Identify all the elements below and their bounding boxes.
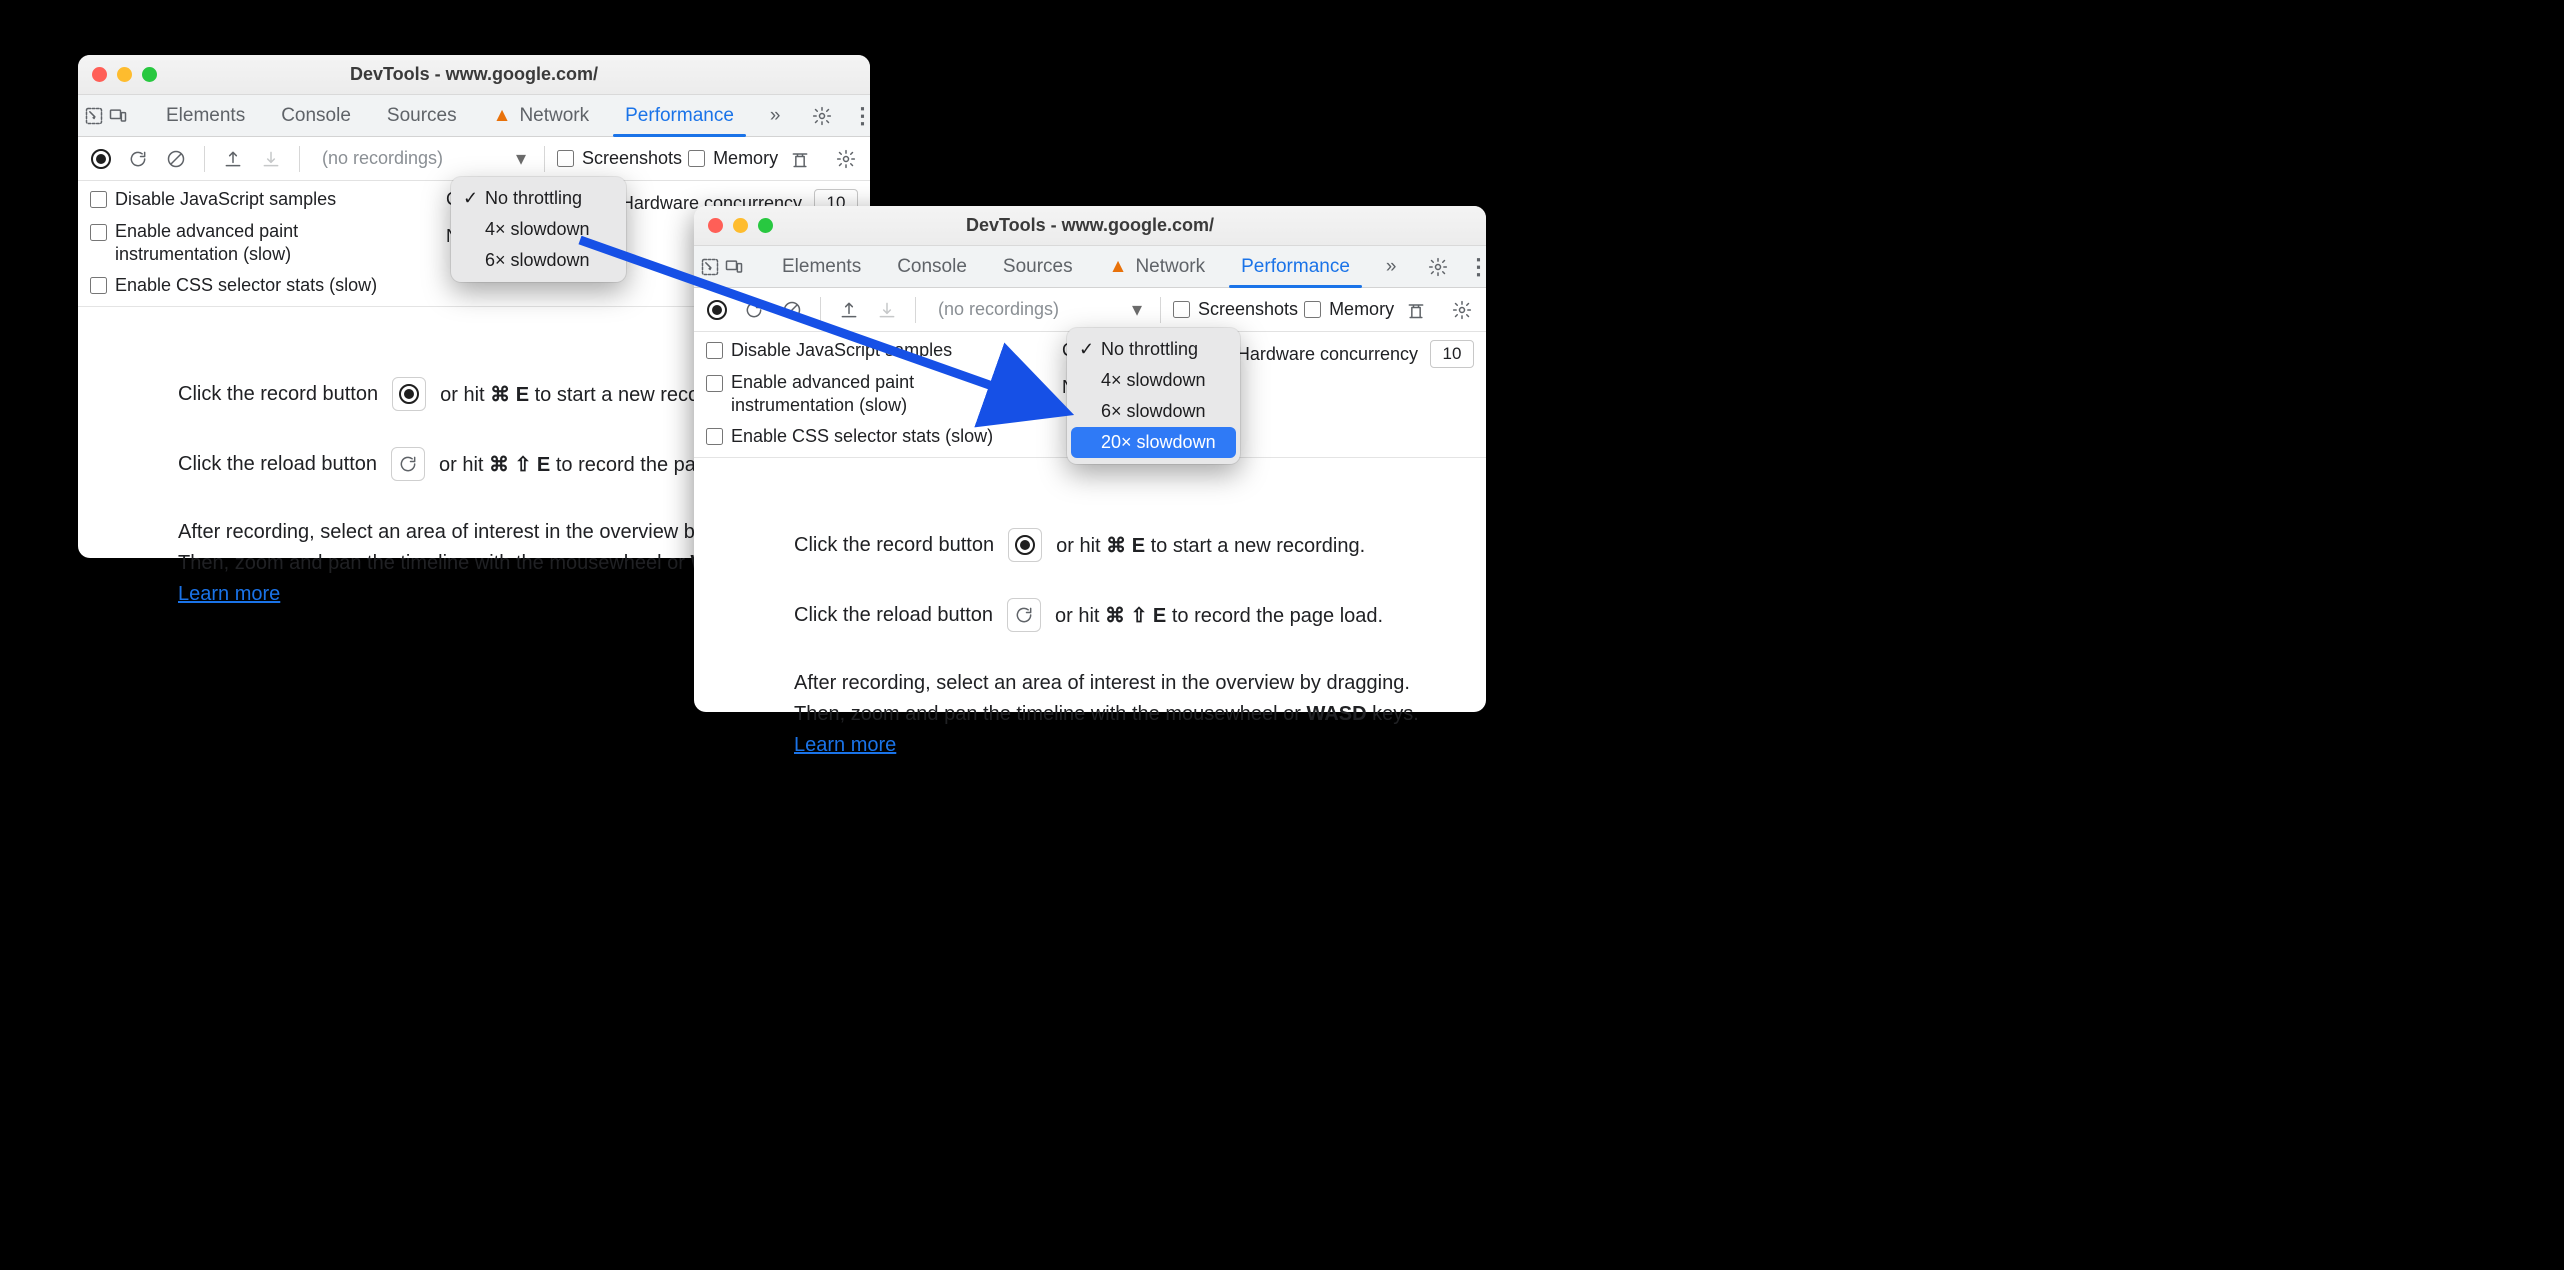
- recordings-selector[interactable]: (no recordings) ▾: [312, 146, 532, 171]
- more-icon[interactable]: ⋮: [1462, 251, 1494, 283]
- close-button[interactable]: [92, 67, 107, 82]
- memory-checkbox[interactable]: Memory: [1304, 299, 1394, 320]
- minimize-button[interactable]: [117, 67, 132, 82]
- upload-icon[interactable]: [833, 294, 865, 326]
- tab-console[interactable]: Console: [879, 246, 985, 287]
- close-button[interactable]: [708, 218, 723, 233]
- css-selector-checkbox[interactable]: Enable CSS selector stats (slow): [90, 275, 420, 296]
- settings-icon[interactable]: [1422, 251, 1454, 283]
- divider: [544, 146, 545, 172]
- capture-settings: Disable JavaScript samples Enable advanc…: [694, 332, 1486, 458]
- cpu-throttling-dropdown[interactable]: ✓No throttling4× slowdown6× slowdown: [451, 177, 626, 282]
- disable-js-checkbox[interactable]: Disable JavaScript samples: [90, 189, 420, 210]
- clear-button[interactable]: [160, 143, 192, 175]
- clear-button[interactable]: [776, 294, 808, 326]
- help-text: Click the reload button: [794, 604, 993, 627]
- cpu-throttling-option[interactable]: 6× slowdown: [451, 245, 626, 276]
- cpu-throttling-option[interactable]: ✓No throttling: [1067, 334, 1240, 365]
- inspect-icon[interactable]: [84, 100, 104, 132]
- capture-settings-icon[interactable]: [830, 143, 862, 175]
- adv-paint-checkbox[interactable]: Enable advanced paint instrumentation (s…: [90, 220, 420, 265]
- cpu-throttling-option[interactable]: ✓No throttling: [451, 183, 626, 214]
- tab-performance[interactable]: Performance: [607, 95, 752, 136]
- cpu-throttling-option[interactable]: 4× slowdown: [451, 214, 626, 245]
- hw-concurrency-checkbox[interactable]: Hardware concurrency: [1212, 344, 1418, 365]
- record-button[interactable]: [86, 144, 116, 174]
- minimize-button[interactable]: [733, 218, 748, 233]
- more-icon[interactable]: ⋮: [846, 100, 878, 132]
- recordings-selector[interactable]: (no recordings) ▾: [928, 297, 1148, 322]
- settings-icon[interactable]: [806, 100, 838, 132]
- devtools-tabbar: Elements Console Sources ▲Network Perfor…: [694, 246, 1486, 288]
- record-button-hint: [392, 377, 426, 411]
- cpu-throttling-option[interactable]: 20× slowdown: [1071, 427, 1236, 458]
- warning-icon: ▲: [1109, 256, 1128, 278]
- inspect-icon[interactable]: [700, 251, 720, 283]
- window-title: DevTools - www.google.com/: [78, 64, 870, 85]
- titlebar[interactable]: DevTools - www.google.com/: [694, 206, 1486, 246]
- help-text: After recording, select an area of inter…: [794, 668, 1446, 699]
- divider: [820, 297, 821, 323]
- window-title: DevTools - www.google.com/: [694, 215, 1486, 236]
- gc-icon[interactable]: [1400, 294, 1432, 326]
- memory-checkbox[interactable]: Memory: [688, 148, 778, 169]
- upload-icon[interactable]: [217, 143, 249, 175]
- tab-network[interactable]: ▲Network: [475, 95, 608, 136]
- adv-paint-checkbox[interactable]: Enable advanced paint instrumentation (s…: [706, 371, 1036, 416]
- tab-console[interactable]: Console: [263, 95, 369, 136]
- divider: [299, 146, 300, 172]
- cpu-throttling-option[interactable]: 4× slowdown: [1067, 365, 1240, 396]
- screenshots-checkbox[interactable]: Screenshots: [1173, 299, 1298, 320]
- cpu-throttling-dropdown[interactable]: ✓No throttling4× slowdown6× slowdown20× …: [1067, 328, 1240, 464]
- help-text: or hit ⌘ E to start a new recording.: [1056, 533, 1365, 558]
- tab-elements[interactable]: Elements: [764, 246, 879, 287]
- capture-settings-icon[interactable]: [1446, 294, 1478, 326]
- divider: [204, 146, 205, 172]
- gc-icon[interactable]: [784, 143, 816, 175]
- screenshots-checkbox[interactable]: Screenshots: [557, 148, 682, 169]
- divider: [1160, 297, 1161, 323]
- learn-more-link[interactable]: Learn more: [178, 583, 280, 605]
- cpu-throttling-option[interactable]: 6× slowdown: [1067, 396, 1240, 427]
- help-text: Click the record button: [178, 383, 378, 406]
- help-text: or hit ⌘ ⇧ E to record the page load.: [1055, 603, 1383, 628]
- download-icon[interactable]: [871, 294, 903, 326]
- performance-toolbar: (no recordings) ▾ Screenshots Memory: [694, 288, 1486, 332]
- chevron-down-icon: ▾: [1132, 297, 1142, 322]
- devtools-tabbar: Elements Console Sources ▲Network Perfor…: [78, 95, 870, 137]
- tab-network[interactable]: ▲Network: [1091, 246, 1224, 287]
- reload-button[interactable]: [738, 294, 770, 326]
- help-text: Click the reload button: [178, 453, 377, 476]
- disable-js-checkbox[interactable]: Disable JavaScript samples: [706, 340, 1036, 361]
- tab-performance[interactable]: Performance: [1223, 246, 1368, 287]
- device-toggle-icon[interactable]: [108, 100, 128, 132]
- download-icon[interactable]: [255, 143, 287, 175]
- reload-button[interactable]: [122, 143, 154, 175]
- record-button-hint: [1008, 528, 1042, 562]
- reload-button-hint: [391, 447, 425, 481]
- zoom-button[interactable]: [758, 218, 773, 233]
- device-toggle-icon[interactable]: [724, 251, 744, 283]
- zoom-button[interactable]: [142, 67, 157, 82]
- tab-sources[interactable]: Sources: [369, 95, 475, 136]
- chevron-down-icon: ▾: [516, 146, 526, 171]
- hw-concurrency-input[interactable]: 10: [1430, 340, 1474, 368]
- performance-toolbar: (no recordings) ▾ Screenshots Memory: [78, 137, 870, 181]
- more-tabs[interactable]: »: [752, 95, 799, 136]
- tab-sources[interactable]: Sources: [985, 246, 1091, 287]
- tab-elements[interactable]: Elements: [148, 95, 263, 136]
- help-text: Click the record button: [794, 534, 994, 557]
- record-button[interactable]: [702, 295, 732, 325]
- more-tabs[interactable]: »: [1368, 246, 1415, 287]
- warning-icon: ▲: [493, 105, 512, 127]
- css-selector-checkbox[interactable]: Enable CSS selector stats (slow): [706, 426, 1036, 447]
- divider: [915, 297, 916, 323]
- reload-button-hint: [1007, 598, 1041, 632]
- titlebar[interactable]: DevTools - www.google.com/: [78, 55, 870, 95]
- help-text: Then, zoom and pan the timeline with the…: [794, 699, 1446, 730]
- learn-more-link[interactable]: Learn more: [794, 734, 896, 756]
